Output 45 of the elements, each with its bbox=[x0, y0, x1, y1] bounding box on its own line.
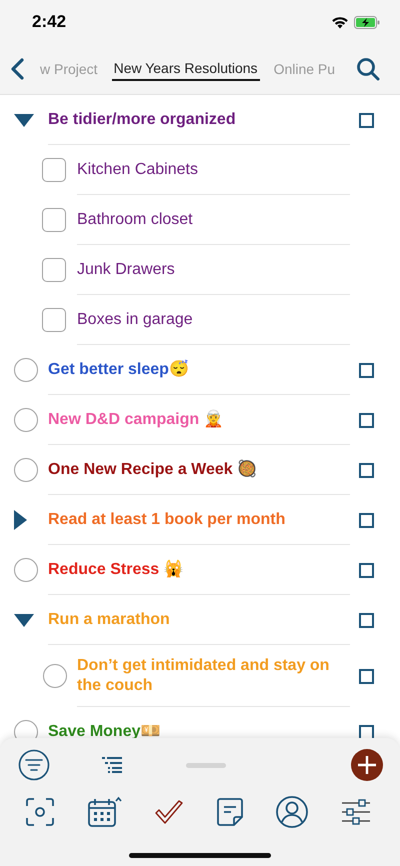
task-title[interactable]: Be tidier/more organized bbox=[48, 110, 400, 130]
search-icon[interactable] bbox=[356, 57, 380, 81]
expand-triangle-icon[interactable] bbox=[14, 510, 27, 530]
battery-charging-icon bbox=[354, 16, 380, 28]
complete-circle[interactable] bbox=[14, 458, 38, 482]
collapse-triangle-icon[interactable] bbox=[14, 114, 34, 126]
complete-circle[interactable] bbox=[43, 664, 67, 688]
checkbox[interactable] bbox=[359, 562, 374, 578]
calendar-icon[interactable] bbox=[88, 796, 122, 828]
wifi-icon bbox=[331, 16, 349, 28]
checkbox[interactable] bbox=[359, 112, 374, 128]
task-title[interactable]: One New Recipe a Week 🥘 bbox=[48, 460, 400, 480]
checkbox[interactable] bbox=[42, 258, 66, 282]
task-title[interactable]: Junk Drawers bbox=[77, 260, 400, 280]
complete-circle[interactable] bbox=[14, 558, 38, 582]
drag-handle[interactable] bbox=[186, 762, 226, 768]
task-title[interactable]: Save Money💴 bbox=[48, 722, 400, 742]
checkbox[interactable] bbox=[359, 512, 374, 528]
task-title[interactable]: Reduce Stress 🙀 bbox=[48, 560, 400, 580]
project-tab[interactable]: New Years Resolutions bbox=[112, 57, 260, 81]
note-icon[interactable] bbox=[216, 798, 243, 826]
checkbox[interactable] bbox=[42, 208, 66, 232]
checkbox[interactable] bbox=[359, 412, 374, 428]
checkbox[interactable] bbox=[42, 308, 66, 332]
task-title[interactable]: Kitchen Cabinets bbox=[77, 160, 400, 180]
status-time: 2:42 bbox=[32, 12, 66, 32]
checkbox[interactable] bbox=[359, 612, 374, 628]
scan-icon[interactable] bbox=[26, 798, 54, 826]
checkbox[interactable] bbox=[359, 668, 374, 684]
outline-list-icon[interactable] bbox=[102, 757, 122, 773]
checkbox[interactable] bbox=[359, 362, 374, 378]
task-title[interactable]: Bathroom closet bbox=[77, 210, 400, 230]
sliders-icon[interactable] bbox=[342, 799, 370, 825]
checkbox[interactable] bbox=[42, 158, 66, 182]
back-icon[interactable] bbox=[10, 58, 24, 80]
task-title[interactable]: Get better sleep😴 bbox=[48, 360, 400, 380]
filter-icon[interactable] bbox=[18, 749, 50, 781]
complete-circle[interactable] bbox=[14, 408, 38, 432]
checkmark-icon[interactable] bbox=[155, 800, 184, 824]
add-icon[interactable] bbox=[350, 748, 384, 782]
complete-circle[interactable] bbox=[14, 358, 38, 382]
person-icon[interactable] bbox=[276, 796, 308, 828]
collapse-triangle-icon[interactable] bbox=[14, 614, 34, 626]
task-title[interactable]: Boxes in garage bbox=[77, 310, 400, 330]
checkbox[interactable] bbox=[359, 462, 374, 478]
